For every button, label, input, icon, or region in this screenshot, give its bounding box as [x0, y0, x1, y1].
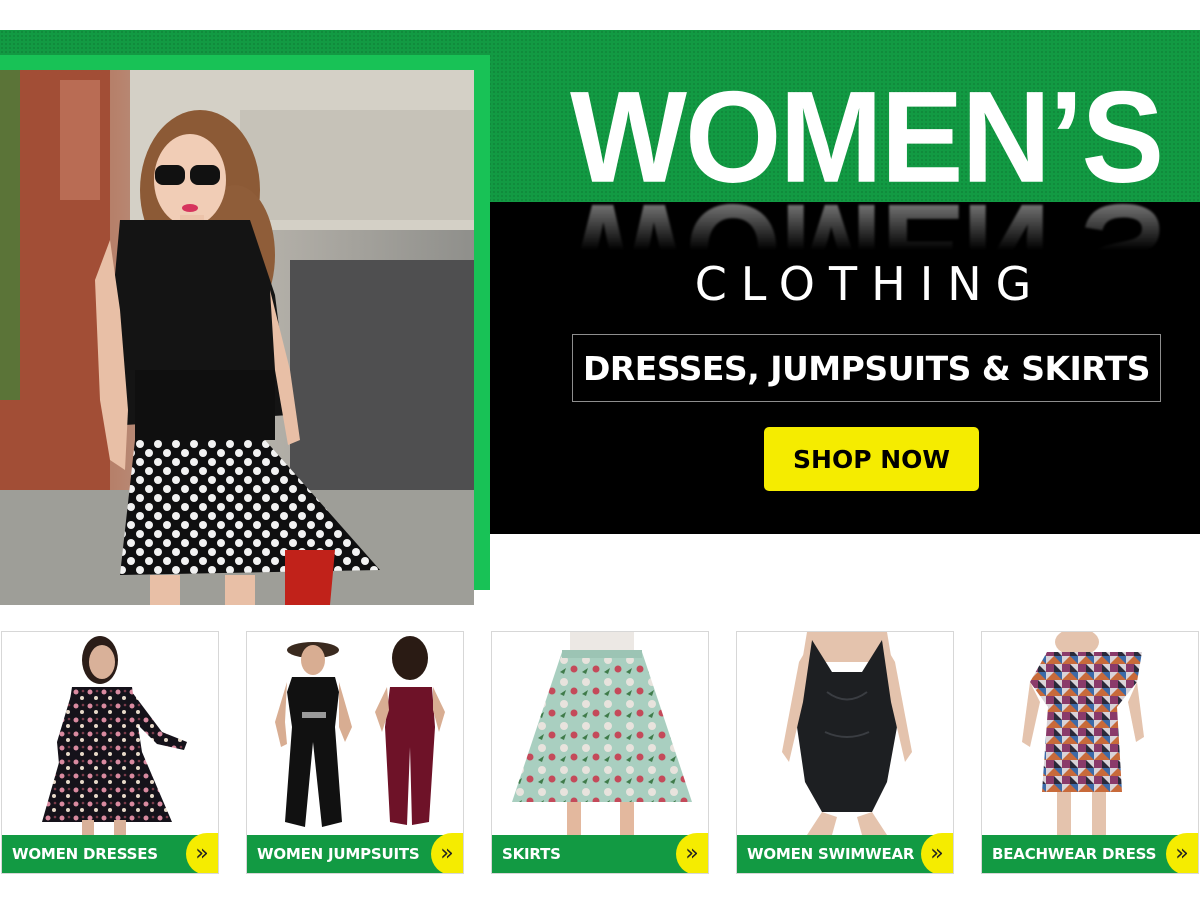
category-card-women-jumpsuits[interactable]: WOMEN JUMPSUITS » — [246, 631, 464, 874]
women-jumpsuits-image — [247, 632, 463, 835]
chevron-right-icon[interactable]: » — [921, 833, 953, 873]
category-label: WOMEN DRESSES — [12, 845, 158, 863]
hero-title-reflection: WOMEN’S — [570, 194, 1163, 264]
category-label: WOMEN SWIMWEAR — [747, 845, 915, 863]
women-dresses-image — [2, 632, 218, 835]
women-swimwear-image — [737, 632, 953, 835]
hero-subtitle: CLOTHING — [694, 257, 1046, 311]
skirts-image — [492, 632, 708, 835]
category-row: WOMEN DRESSES » WOMEN JUMPSUITS » SKIRTS… — [0, 631, 1200, 875]
hero-tagline: DRESSES, JUMPSUITS & SKIRTS — [582, 348, 1151, 388]
beachwear-dress-image — [982, 632, 1198, 835]
category-card-women-swimwear[interactable]: WOMEN SWIMWEAR » — [736, 631, 954, 874]
hero-title: WOMEN’S — [570, 65, 1164, 211]
category-label: WOMEN JUMPSUITS — [257, 845, 420, 863]
category-card-women-dresses[interactable]: WOMEN DRESSES » — [1, 631, 219, 874]
chevron-right-icon[interactable]: » — [676, 833, 708, 873]
category-card-skirts[interactable]: SKIRTS » — [491, 631, 709, 874]
women-dresses-bar: WOMEN DRESSES » — [2, 833, 218, 873]
category-label: SKIRTS — [502, 845, 561, 863]
hero-model-photo — [0, 70, 474, 605]
women-jumpsuits-bar: WOMEN JUMPSUITS » — [247, 833, 463, 873]
hero-tagline-box: DRESSES, JUMPSUITS & SKIRTS — [572, 334, 1161, 402]
shop-now-button[interactable]: SHOP NOW — [764, 427, 979, 491]
category-card-beachwear-dress[interactable]: BEACHWEAR DRESS » — [981, 631, 1199, 874]
beachwear-dress-bar: BEACHWEAR DRESS » — [982, 833, 1198, 873]
chevron-right-icon[interactable]: » — [1166, 833, 1198, 873]
chevron-right-icon[interactable]: » — [186, 833, 218, 873]
women-swimwear-bar: WOMEN SWIMWEAR » — [737, 833, 953, 873]
skirts-bar: SKIRTS » — [492, 833, 708, 873]
category-label: BEACHWEAR DRESS — [992, 845, 1157, 863]
chevron-right-icon[interactable]: » — [431, 833, 463, 873]
